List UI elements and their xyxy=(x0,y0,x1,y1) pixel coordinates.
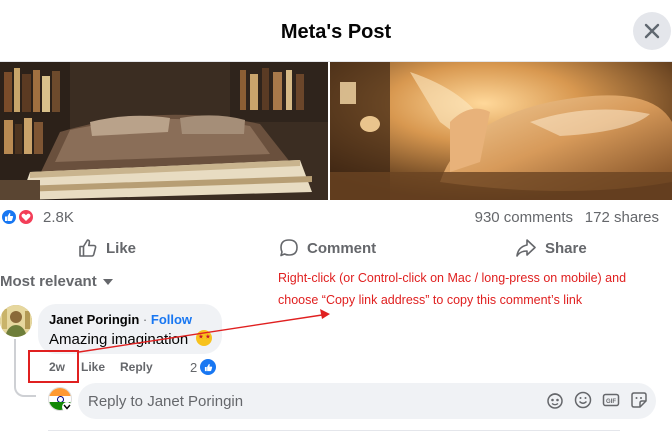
comment-text: Amazing imagination xyxy=(49,331,189,348)
post-actions: Like Comment Share xyxy=(0,234,672,262)
like-reaction-icon xyxy=(0,208,18,226)
reaction-icons[interactable] xyxy=(0,208,38,226)
reply-toolbar: GIF xyxy=(546,391,648,409)
comment-reaction-summary[interactable]: 2 xyxy=(190,359,217,375)
timestamp-highlight-box xyxy=(28,350,79,383)
comment-like-button[interactable]: Like xyxy=(81,360,105,374)
comment-like-count: 2 xyxy=(190,359,198,375)
share-button-label: Share xyxy=(545,239,587,257)
comment-button[interactable]: Comment xyxy=(279,234,376,262)
commenter-avatar[interactable] xyxy=(0,305,32,337)
chevron-down-icon xyxy=(102,278,113,285)
comment-reply-button[interactable]: Reply xyxy=(120,360,153,374)
bottom-divider xyxy=(48,430,620,431)
sort-label: Most relevant xyxy=(0,273,97,290)
emoji-icon[interactable] xyxy=(574,391,592,409)
shoe-room-image xyxy=(330,62,672,200)
comment-author[interactable]: Janet Poringin xyxy=(49,312,139,327)
avatar-band-top xyxy=(49,388,71,396)
comments-count[interactable]: 930 comments xyxy=(475,209,573,226)
post-photos xyxy=(0,62,672,200)
like-button[interactable]: Like xyxy=(78,234,136,262)
dialog-header: Meta's Post xyxy=(0,0,672,62)
post-photo-bedroom[interactable] xyxy=(0,62,328,200)
love-reaction-icon xyxy=(17,208,35,226)
close-button[interactable] xyxy=(633,12,671,50)
follow-button[interactable]: Follow xyxy=(151,312,192,327)
close-icon xyxy=(644,23,660,39)
commenter-avatar-image xyxy=(0,305,32,337)
gif-icon[interactable]: GIF xyxy=(602,391,620,409)
comment-icon xyxy=(280,239,298,257)
avatar-sticker-icon[interactable] xyxy=(546,391,564,409)
thumbs-up-icon xyxy=(79,239,97,257)
shares-count[interactable]: 172 shares xyxy=(585,209,659,226)
author-separator: · xyxy=(142,312,148,327)
post-stats: 2.8K 930 comments 172 shares xyxy=(0,206,672,228)
sticker-icon[interactable] xyxy=(630,391,648,409)
comment-bubble: Janet Poringin · Follow Amazing imaginat… xyxy=(38,304,222,354)
comment-author-line: Janet Poringin · Follow xyxy=(49,312,192,327)
instruction-annotation: Right-click (or Control-click on Mac / l… xyxy=(278,271,627,307)
share-button[interactable]: Share xyxy=(515,234,587,262)
comment-button-label: Comment xyxy=(307,239,377,257)
post-photo-shoe-room[interactable] xyxy=(330,62,672,200)
like-button-label: Like xyxy=(106,239,137,257)
star-struck-emoji-icon xyxy=(196,330,213,346)
share-icon xyxy=(516,239,536,257)
svg-text:GIF: GIF xyxy=(606,399,616,405)
reaction-count[interactable]: 2.8K xyxy=(43,209,74,226)
sort-comments-dropdown[interactable]: Most relevant xyxy=(0,273,113,290)
bedroom-image xyxy=(0,62,328,200)
dialog-title: Meta's Post xyxy=(280,21,392,43)
comment-text-line: Amazing imagination xyxy=(49,330,213,348)
avatar-chevron-down-icon[interactable] xyxy=(62,402,72,412)
reply-input[interactable]: Reply to Janet Poringin GIF xyxy=(78,383,656,419)
like-reaction-icon xyxy=(200,359,217,375)
reply-placeholder: Reply to Janet Poringin xyxy=(88,393,244,410)
